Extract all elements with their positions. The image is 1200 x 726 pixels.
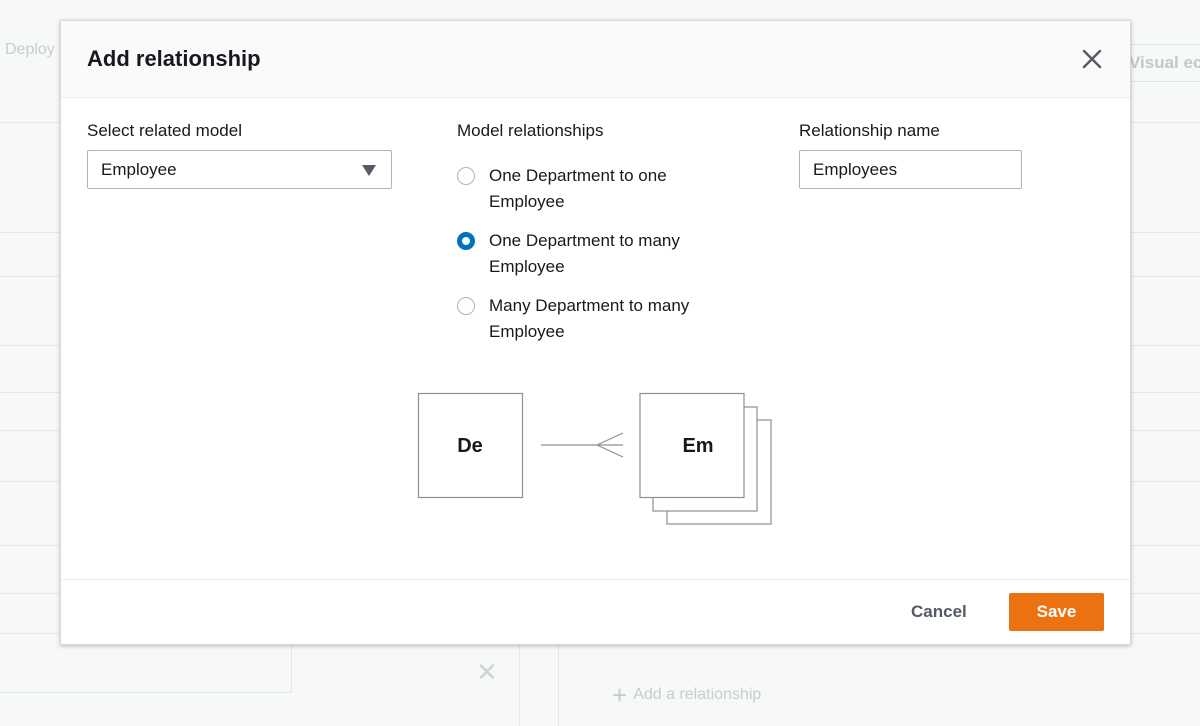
radio-button[interactable]	[457, 297, 475, 315]
plus-icon: +	[612, 680, 628, 710]
diagram-department-label: De	[457, 435, 483, 457]
modal-footer: Cancel Save	[61, 579, 1130, 644]
radio-button[interactable]	[457, 167, 475, 185]
bg-column-divider	[519, 645, 520, 726]
bg-close-icon: ✕	[476, 657, 498, 687]
radio-one-to-one[interactable]: One Department to one Employee	[457, 163, 724, 215]
diagram-employee-label: Em	[682, 435, 713, 457]
diagram-crowfoot-icon	[596, 444, 624, 458]
related-model-select[interactable]: Employee	[87, 150, 392, 189]
close-icon	[1082, 49, 1102, 69]
radio-button[interactable]	[457, 232, 475, 250]
bg-visual-editor-button: Visual ec	[1122, 44, 1200, 82]
model-relationships-label: Model relationships	[457, 121, 604, 140]
modal-header: Add relationship	[61, 21, 1130, 98]
add-relationship-modal: Add relationship Select related model Em…	[60, 20, 1131, 645]
bg-column-divider	[558, 645, 559, 726]
close-button[interactable]	[1079, 46, 1105, 72]
save-button[interactable]: Save	[1009, 593, 1104, 631]
radio-one-to-many[interactable]: One Department to many Employee	[457, 228, 724, 280]
radio-label: One Department to one Employee	[489, 166, 667, 211]
diagram-crowfoot-icon	[596, 432, 624, 446]
bg-deploy-tab: Deploy	[5, 41, 55, 58]
related-model-label: Select related model	[87, 121, 242, 140]
bg-add-relationship-label: Add a relationship	[633, 686, 762, 703]
caret-down-icon	[362, 165, 376, 176]
bg-panel	[0, 645, 292, 693]
cancel-button[interactable]: Cancel	[891, 593, 987, 631]
bg-add-relationship-link: + Add a relationship	[612, 680, 762, 710]
related-model-value: Employee	[101, 160, 177, 179]
radio-label: One Department to many Employee	[489, 231, 680, 276]
relationship-diagram: De Em	[417, 392, 772, 525]
radio-many-to-many[interactable]: Many Department to many Employee	[457, 293, 724, 345]
modal-title: Add relationship	[87, 46, 261, 71]
radio-label: Many Department to many Employee	[489, 296, 690, 341]
relationship-name-label: Relationship name	[799, 121, 940, 140]
relationship-name-input[interactable]	[799, 150, 1022, 189]
